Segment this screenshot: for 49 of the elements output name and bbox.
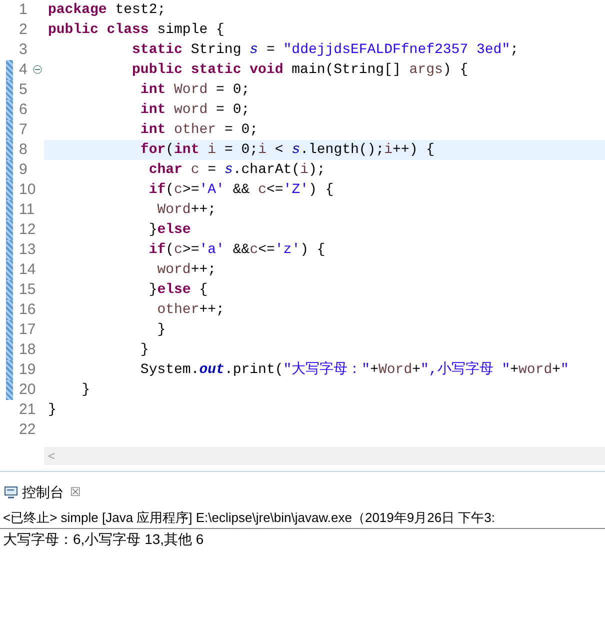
code-line: }else <box>148 221 192 240</box>
code-line: } <box>47 401 58 420</box>
close-icon[interactable]: ☒ <box>70 483 81 501</box>
line-number: 10 <box>19 180 36 200</box>
line-number: 20 <box>19 380 36 400</box>
code-line: int Word = 0; <box>139 81 251 100</box>
code-line: int other = 0; <box>139 121 260 140</box>
line-number: 12 <box>19 220 36 240</box>
line-number: 15 <box>19 280 36 300</box>
line-number: 19 <box>19 360 36 380</box>
console-icon <box>4 486 18 498</box>
line-number: 22 <box>19 420 36 440</box>
code-line: public static void main(String[] args) { <box>131 61 470 80</box>
code-line: System.out.print("大写字母："+Word+",小写字母 "+word+" <box>139 360 570 380</box>
line-number: 1 <box>19 0 28 20</box>
code-line: static String s = "ddejjdsEFALDFfnef2357 3ed"; <box>131 41 520 60</box>
line-number: 18 <box>19 340 36 360</box>
line-number: 4 <box>19 60 28 80</box>
line-number: 3 <box>19 40 28 60</box>
console-header: <已终止> simple [Java 应用程序] E:\eclipse\jre\bin\javaw.exe（2019年9月26日 下午3: <box>0 508 605 529</box>
horizontal-scrollbar[interactable]: < <box>44 447 605 465</box>
line-number: 5 <box>19 80 28 100</box>
code-line: char c = s.charAt(i); <box>148 161 326 180</box>
code-line: } <box>80 381 92 400</box>
line-number: 14 <box>19 260 36 280</box>
code-line: }else { <box>148 281 209 300</box>
line-number: 7 <box>19 120 28 140</box>
code-line: if(c>='A' && c<='Z') { <box>148 181 335 200</box>
line-number: 8 <box>19 140 28 160</box>
code-line: other++; <box>156 301 226 320</box>
code-line: } <box>139 341 150 360</box>
line-number: 16 <box>19 300 36 320</box>
line-number: 13 <box>19 240 36 260</box>
line-number: 6 <box>19 100 28 120</box>
code-line: package test2; <box>47 1 167 20</box>
code-line: public class simple { <box>47 21 226 40</box>
code-line: word++; <box>156 261 218 280</box>
line-number: 17 <box>19 320 36 340</box>
code-line: Word++; <box>156 201 218 220</box>
code-line: if(c>='a' &&c<='z') { <box>148 241 326 260</box>
console-output: 大写字母：6,小写字母 13,其他 6 <box>2 530 205 549</box>
line-number: 2 <box>19 20 28 40</box>
line-number: 21 <box>19 400 36 420</box>
code-line: int word = 0; <box>139 101 251 120</box>
line-number: 9 <box>19 160 28 180</box>
line-number: 11 <box>19 200 35 220</box>
code-line: } <box>156 321 167 340</box>
collapse-icon[interactable] <box>33 65 42 74</box>
scroll-left-arrow[interactable]: < <box>48 450 56 462</box>
